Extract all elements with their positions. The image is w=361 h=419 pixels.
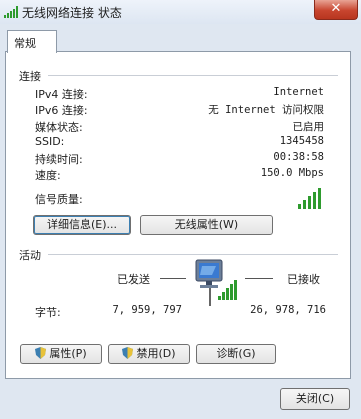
bytes-label: 字节: xyxy=(35,306,61,319)
ssid-value: 1345458 xyxy=(279,135,324,147)
close-button[interactable]: 关闭(C) xyxy=(280,388,350,410)
window-title: 无线网络连接 状态 xyxy=(22,6,122,20)
details-button[interactable]: 详细信息(E)... xyxy=(33,215,131,235)
tab-general-label: 常规 xyxy=(14,37,36,50)
window-close-button[interactable]: ✕ xyxy=(314,0,358,20)
uac-shield-icon xyxy=(35,347,47,359)
bytes-sent-value: 7, 959, 797 xyxy=(112,304,182,316)
disable-button[interactable]: 禁用(D) xyxy=(108,344,190,364)
speed-label: 速度: xyxy=(35,169,61,182)
signal-strength-icon xyxy=(298,187,326,209)
received-connector xyxy=(245,278,273,279)
duration-value: 00:38:58 xyxy=(273,151,324,163)
wireless-properties-button[interactable]: 无线属性(W) xyxy=(140,215,273,235)
received-label: 已接收 xyxy=(287,273,320,286)
activity-heading: 活动 xyxy=(19,249,41,262)
sent-connector xyxy=(160,278,186,279)
ipv4-value: Internet xyxy=(273,86,324,98)
diagnose-button[interactable]: 诊断(G) xyxy=(196,344,276,364)
media-state-value: 已启用 xyxy=(292,121,325,133)
ipv4-label: IPv4 连接: xyxy=(35,88,88,101)
activity-divider xyxy=(48,254,338,255)
wireless-signal-icon xyxy=(4,6,18,18)
duration-label: 持续时间: xyxy=(35,153,83,166)
ipv6-label: IPv6 连接: xyxy=(35,104,88,117)
properties-button[interactable]: 属性(P) xyxy=(20,344,102,364)
bytes-received-value: 26, 978, 716 xyxy=(250,304,326,316)
sent-label: 已发送 xyxy=(117,273,150,286)
ssid-label: SSID: xyxy=(35,135,65,148)
uac-shield-icon xyxy=(122,347,134,359)
tab-general[interactable]: 常规 xyxy=(7,30,57,53)
network-computer-icon xyxy=(195,259,237,306)
connection-heading: 连接 xyxy=(19,70,41,83)
signal-quality-label: 信号质量: xyxy=(35,193,83,206)
speed-value: 150.0 Mbps xyxy=(260,167,324,179)
ipv6-value: 无 Internet 访问权限 xyxy=(208,104,324,116)
connection-divider xyxy=(48,75,338,76)
disable-button-label: 禁用(D) xyxy=(136,347,176,360)
properties-button-label: 属性(P) xyxy=(49,347,87,360)
media-state-label: 媒体状态: xyxy=(35,121,83,134)
